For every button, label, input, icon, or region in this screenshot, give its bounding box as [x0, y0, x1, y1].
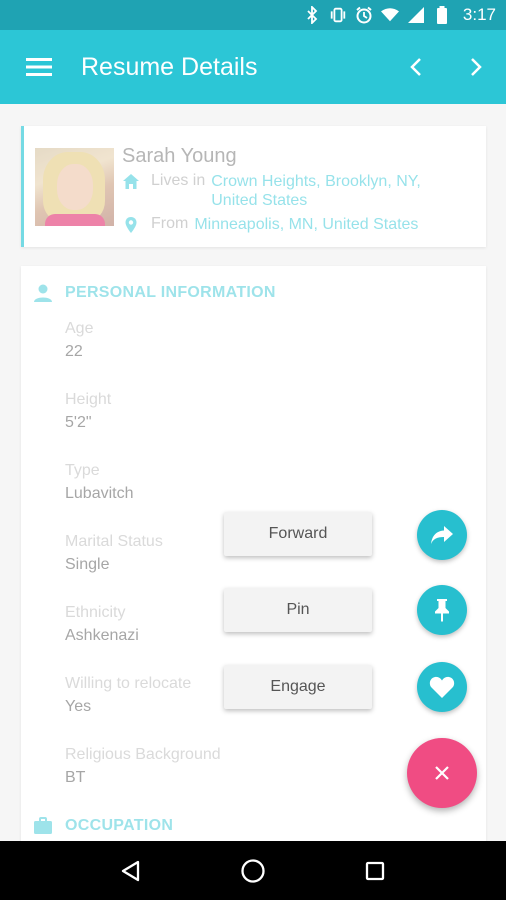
wifi-icon — [380, 6, 399, 24]
status-time: 3:17 — [462, 5, 496, 24]
battery-icon — [433, 6, 451, 24]
share-arrow-icon[interactable] — [417, 510, 467, 560]
forward-label-button[interactable]: Forward — [224, 512, 372, 556]
chevron-right-icon[interactable] — [446, 30, 506, 104]
engage-label-button[interactable]: Engage — [224, 665, 372, 709]
close-fab-button[interactable] — [407, 738, 477, 808]
pin-icon[interactable] — [417, 585, 467, 635]
chevron-left-icon[interactable] — [386, 30, 446, 104]
system-nav-bar — [0, 841, 506, 900]
home-circle-icon[interactable] — [228, 846, 278, 896]
app-bar: Resume Details — [0, 30, 506, 104]
fab-menu-scrim[interactable] — [0, 104, 506, 841]
hamburger-menu-icon[interactable] — [0, 30, 78, 104]
status-bar: 3:17 — [0, 0, 506, 30]
bluetooth-icon — [303, 6, 321, 24]
alarm-icon — [355, 6, 373, 24]
heart-icon[interactable] — [417, 662, 467, 712]
close-icon — [434, 765, 450, 781]
vibrate-icon — [329, 6, 347, 24]
recents-square-icon[interactable] — [350, 846, 400, 896]
signal-icon — [407, 6, 425, 24]
pin-label-button[interactable]: Pin — [224, 588, 372, 632]
back-triangle-icon[interactable] — [106, 846, 156, 896]
page-title: Resume Details — [81, 52, 258, 81]
